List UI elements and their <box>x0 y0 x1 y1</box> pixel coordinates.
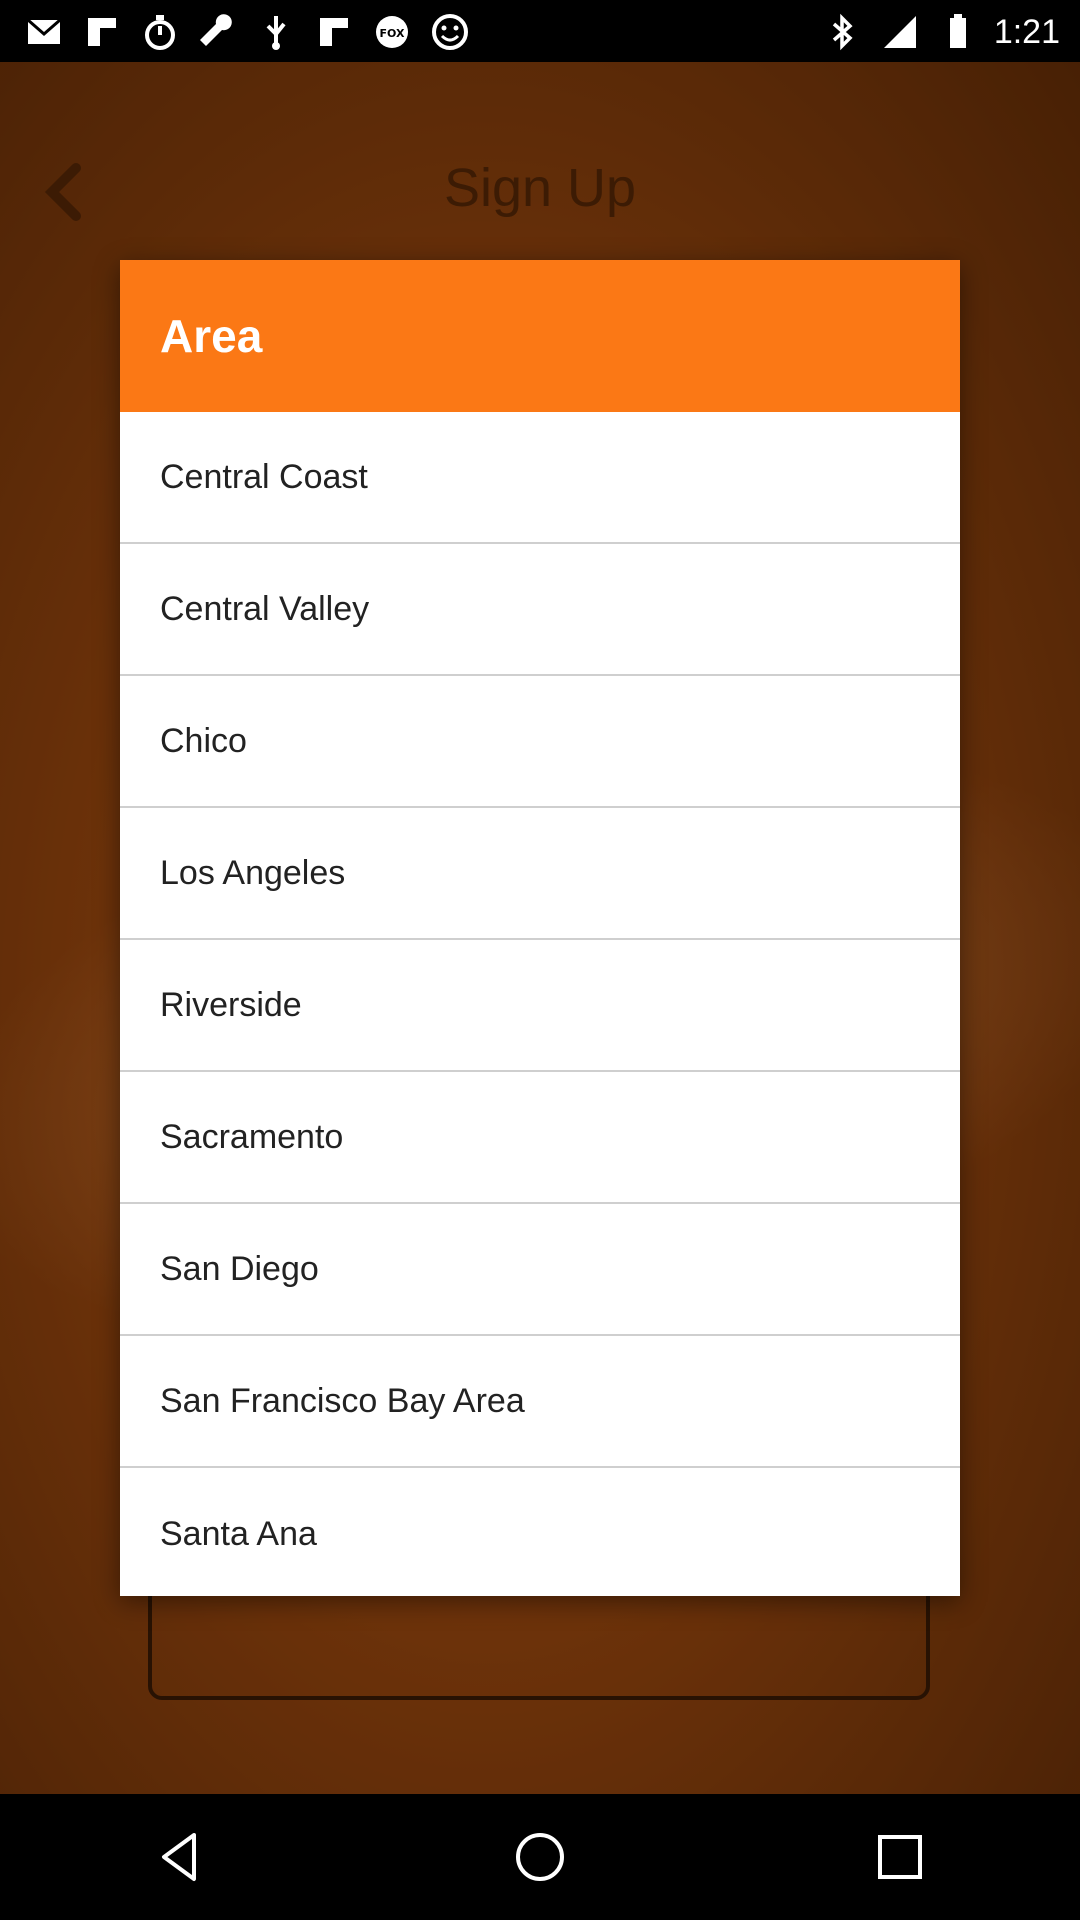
smiley-icon <box>428 10 472 54</box>
stopwatch-icon <box>138 10 182 54</box>
recents-icon[interactable] <box>860 1817 940 1897</box>
area-option-sacramento[interactable]: Sacramento <box>120 1072 960 1204</box>
wrench-icon <box>196 10 240 54</box>
status-bar: FOX 1:21 <box>0 0 1080 62</box>
home-icon[interactable] <box>500 1817 580 1897</box>
area-list: Central Coast Central Valley Chico Los A… <box>120 412 960 1596</box>
area-option-san-francisco-bay-area[interactable]: San Francisco Bay Area <box>120 1336 960 1468</box>
area-dialog: Area Central Coast Central Valley Chico … <box>120 260 960 1596</box>
signal-icon <box>878 10 922 54</box>
area-option-santa-ana[interactable]: Santa Ana <box>120 1468 960 1596</box>
status-time: 1:21 <box>993 12 1060 51</box>
area-option-central-coast[interactable]: Central Coast <box>120 412 960 544</box>
dialog-title: Area <box>160 310 263 362</box>
flipboard-icon <box>312 10 356 54</box>
dialog-header: Area <box>120 260 960 412</box>
area-option-san-diego[interactable]: San Diego <box>120 1204 960 1336</box>
back-icon[interactable] <box>140 1817 220 1897</box>
svg-text:FOX: FOX <box>380 27 405 40</box>
navigation-bar <box>0 1794 1080 1920</box>
flipboard-icon <box>80 10 124 54</box>
bluetooth-icon <box>820 10 864 54</box>
usb-icon <box>254 10 298 54</box>
area-option-riverside[interactable]: Riverside <box>120 940 960 1072</box>
battery-icon <box>936 10 980 54</box>
area-option-los-angeles[interactable]: Los Angeles <box>120 808 960 940</box>
area-option-chico[interactable]: Chico <box>120 676 960 808</box>
email-icon <box>22 10 66 54</box>
area-option-central-valley[interactable]: Central Valley <box>120 544 960 676</box>
fox-sports-icon: FOX <box>370 10 414 54</box>
